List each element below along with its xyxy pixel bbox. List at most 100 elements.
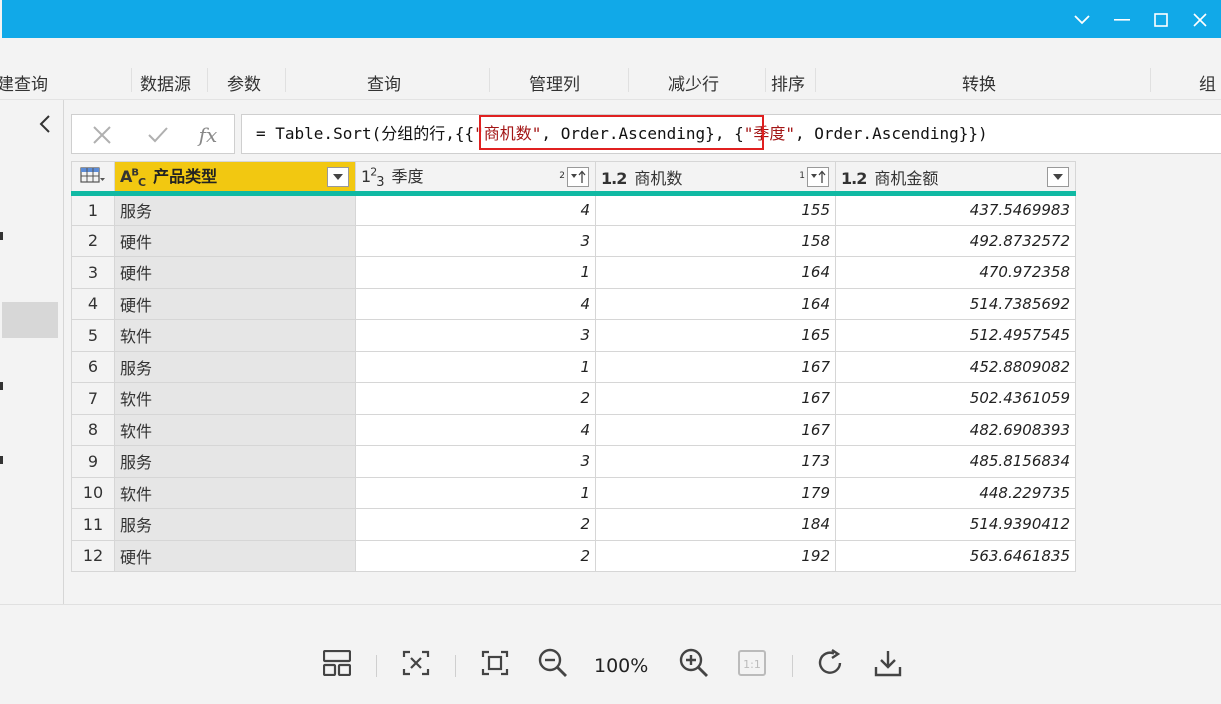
cell-quarter[interactable]: 3 [355,224,596,257]
row-number[interactable]: 7 [71,382,115,415]
row-number[interactable]: 11 [71,508,115,541]
chevron-down-icon[interactable] [1070,8,1094,32]
cell-opportunity-amount[interactable]: 502.4361059 [835,382,1076,415]
cell-opportunity-amount[interactable]: 437.5469983 [835,193,1076,226]
cell-opportunity-amount[interactable]: 563.6461835 [835,539,1076,572]
column-header-opportunity-count[interactable]: 1.2 商机数 1 [595,161,836,196]
cell-opportunity-count[interactable]: 167 [595,382,836,415]
row-number[interactable]: 5 [71,319,115,352]
text-type-icon[interactable]: ABC [120,167,146,188]
cell-product-type[interactable]: 软件 [114,382,356,415]
cell-opportunity-amount[interactable]: 470.972358 [835,256,1076,289]
zoom-out-icon[interactable] [537,647,569,679]
cell-opportunity-amount[interactable]: 514.9390412 [835,508,1076,541]
sort-ascending-filter-icon[interactable] [807,167,829,187]
cell-opportunity-amount[interactable]: 514.7385692 [835,287,1076,320]
download-icon[interactable] [872,647,904,679]
column-header-opportunity-amount[interactable]: 1.2 商机金额 [835,161,1076,196]
cell-quarter[interactable]: 2 [355,539,596,572]
table-row[interactable]: 5 软件 3 165 512.4957545 [71,319,1076,352]
decimal-type-icon[interactable]: 1.2 [841,169,867,188]
sort-ascending-filter-icon[interactable] [567,167,589,187]
layout-icon[interactable] [321,647,353,679]
cell-opportunity-amount[interactable]: 492.8732572 [835,224,1076,257]
cell-product-type[interactable]: 软件 [114,413,356,446]
row-number[interactable]: 2 [71,224,115,257]
cell-opportunity-amount[interactable]: 485.8156834 [835,445,1076,478]
table-row[interactable]: 12 硬件 2 192 563.6461835 [71,539,1076,572]
cell-quarter[interactable]: 3 [355,319,596,352]
column-header-quarter[interactable]: 123 季度 2 [355,161,596,196]
cell-opportunity-count[interactable]: 158 [595,224,836,257]
row-number[interactable]: 4 [71,287,115,320]
cell-opportunity-count[interactable]: 164 [595,287,836,320]
filter-dropdown-icon[interactable] [327,167,349,187]
cell-opportunity-count[interactable]: 155 [595,193,836,226]
cell-quarter[interactable]: 2 [355,382,596,415]
formula-input[interactable]: = Table.Sort(分组的行,{{"商机数", Order.Ascendi… [241,114,1221,154]
cell-quarter[interactable]: 4 [355,193,596,226]
cell-product-type[interactable]: 硬件 [114,224,356,257]
cell-opportunity-count[interactable]: 173 [595,445,836,478]
table-row[interactable]: 1 服务 4 155 437.5469983 [71,193,1076,226]
cell-product-type[interactable]: 硬件 [114,539,356,572]
maximize-icon[interactable] [1149,8,1173,32]
fit-page-icon[interactable] [479,647,511,679]
cell-quarter[interactable]: 2 [355,508,596,541]
table-row[interactable]: 6 服务 1 167 452.8809082 [71,350,1076,383]
close-icon[interactable] [90,123,114,147]
table-row[interactable]: 10 软件 1 179 448.229735 [71,476,1076,509]
row-number[interactable]: 8 [71,413,115,446]
cell-opportunity-count[interactable]: 167 [595,413,836,446]
row-number[interactable]: 12 [71,539,115,572]
fx-icon[interactable]: fx [196,123,220,147]
cell-opportunity-count[interactable]: 165 [595,319,836,352]
cell-opportunity-amount[interactable]: 482.6908393 [835,413,1076,446]
cell-product-type[interactable]: 软件 [114,476,356,509]
whole-number-type-icon[interactable]: 123 [361,166,385,189]
close-window-icon[interactable] [1188,8,1212,32]
cell-quarter[interactable]: 4 [355,287,596,320]
cell-product-type[interactable]: 服务 [114,508,356,541]
zoom-in-icon[interactable] [678,647,710,679]
cell-quarter[interactable]: 1 [355,256,596,289]
column-header-product-type[interactable]: ABC 产品类型 [114,161,356,196]
table-row[interactable]: 3 硬件 1 164 470.972358 [71,256,1076,289]
minimize-icon[interactable] [1110,8,1134,32]
row-number[interactable]: 9 [71,445,115,478]
cell-opportunity-count[interactable]: 192 [595,539,836,572]
row-number[interactable]: 6 [71,350,115,383]
cell-opportunity-count[interactable]: 164 [595,256,836,289]
cell-opportunity-amount[interactable]: 512.4957545 [835,319,1076,352]
table-row[interactable]: 11 服务 2 184 514.9390412 [71,508,1076,541]
cell-product-type[interactable]: 服务 [114,350,356,383]
actual-size-icon[interactable]: 1:1 [736,647,768,679]
cell-opportunity-count[interactable]: 179 [595,476,836,509]
cell-quarter[interactable]: 1 [355,350,596,383]
table-row[interactable]: 9 服务 3 173 485.8156834 [71,445,1076,478]
row-number[interactable]: 1 [71,193,115,226]
cell-quarter[interactable]: 3 [355,445,596,478]
cell-quarter[interactable]: 1 [355,476,596,509]
cell-product-type[interactable]: 软件 [114,319,356,352]
row-number[interactable]: 3 [71,256,115,289]
selected-query-item[interactable] [2,302,58,338]
cell-product-type[interactable]: 硬件 [114,287,356,320]
cell-opportunity-count[interactable]: 167 [595,350,836,383]
filter-dropdown-icon[interactable] [1047,167,1069,187]
cell-product-type[interactable]: 硬件 [114,256,356,289]
table-row[interactable]: 4 硬件 4 164 514.7385692 [71,287,1076,320]
table-row[interactable]: 8 软件 4 167 482.6908393 [71,413,1076,446]
table-row[interactable]: 7 软件 2 167 502.4361059 [71,382,1076,415]
cell-product-type[interactable]: 服务 [114,193,356,226]
row-number[interactable]: 10 [71,476,115,509]
decimal-type-icon[interactable]: 1.2 [601,169,627,188]
cell-opportunity-amount[interactable]: 452.8809082 [835,350,1076,383]
table-menu-icon[interactable] [71,161,115,196]
check-icon[interactable] [146,123,170,147]
cell-opportunity-amount[interactable]: 448.229735 [835,476,1076,509]
chevron-left-icon[interactable] [34,113,56,135]
cell-product-type[interactable]: 服务 [114,445,356,478]
rotate-icon[interactable] [815,647,847,679]
fit-width-icon[interactable] [400,647,432,679]
